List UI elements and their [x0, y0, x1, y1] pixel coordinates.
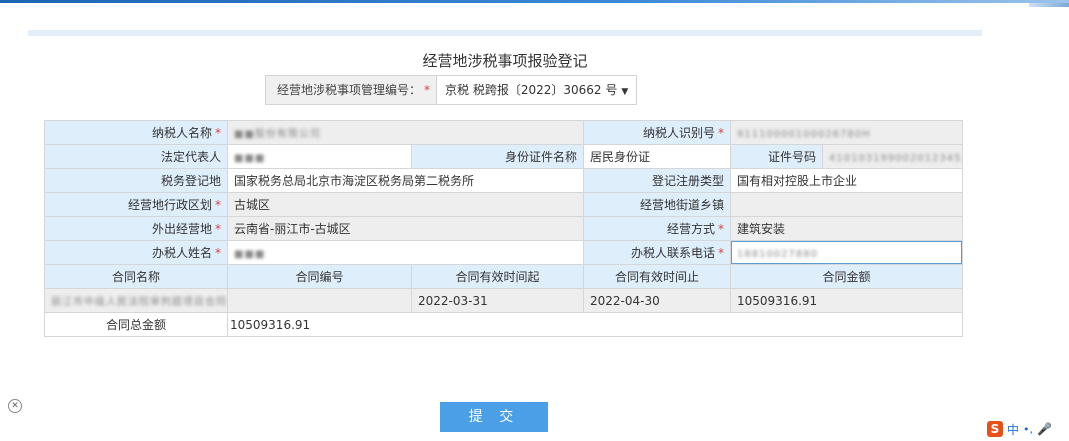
- col-contract-number: 合同编号: [227, 264, 412, 289]
- total-value: 10509316.91: [227, 312, 963, 337]
- legal-rep-field[interactable]: ■■■: [227, 144, 412, 169]
- table-row: 法定代表人 ■■■ 身份证件名称 居民身份证 证件号码 410103199002…: [44, 144, 963, 169]
- phone-label: 办税人联系电话 *: [583, 240, 731, 265]
- contract-amount-cell: 10509316.91: [730, 288, 963, 313]
- management-code-label: 经营地涉税事项管理编号： *: [265, 75, 437, 105]
- contract-number-cell: [227, 288, 412, 313]
- id-no-label: 证件号码: [730, 144, 823, 169]
- close-icon[interactable]: ✕: [8, 399, 22, 413]
- handler-name-input[interactable]: ■■■: [227, 240, 584, 265]
- management-code-label-text: 经营地涉税事项管理编号：: [277, 83, 422, 97]
- table-row: 合同总金额 10509316.91: [44, 312, 963, 337]
- phone-input[interactable]: 18810027880: [730, 240, 963, 265]
- col-contract-start: 合同有效时间起: [411, 264, 584, 289]
- table-row: 办税人姓名 * ■■■ 办税人联系电话 * 18810027880: [44, 240, 963, 265]
- contract-header-row: 合同名称 合同编号 合同有效时间起 合同有效时间止 合同金额: [44, 264, 963, 289]
- handler-label: 办税人姓名 *: [44, 240, 228, 265]
- id-type-field[interactable]: 居民身份证: [583, 144, 731, 169]
- table-row: 丽江市中级人民法院审判庭项目合同 2022-03-31 2022-04-30 1…: [44, 288, 963, 313]
- management-code-value: 京税 税跨报〔2022〕30662 号: [445, 83, 618, 97]
- tax-reg-field: 国家税务总局北京市海淀区税务局第二税务所: [227, 168, 584, 193]
- table-row: 外出经营地 * 云南省-丽江市-古城区 经营方式 * 建筑安装: [44, 216, 963, 241]
- page-title: 经营地涉税事项报验登记: [422, 52, 588, 70]
- chevron-down-icon: ▼: [621, 87, 629, 97]
- col-contract-end: 合同有效时间止: [583, 264, 731, 289]
- table-row: 税务登记地 国家税务总局北京市海淀区税务局第二税务所 登记注册类型 国有相对控股…: [44, 168, 963, 193]
- col-contract-amount: 合同金额: [730, 264, 963, 289]
- taxpayer-name-label: 纳税人名称 *: [44, 120, 228, 145]
- total-label: 合同总金额: [44, 312, 228, 337]
- taxpayer-id-field: 91110000100026780H: [730, 120, 963, 145]
- microphone-icon[interactable]: 🎤: [1037, 422, 1052, 436]
- taxpayer-name-field: ■■股份有限公司: [227, 120, 584, 145]
- reg-type-label: 登记注册类型: [583, 168, 731, 193]
- form-panel: 经营地涉税事项报验登记 经营地涉税事项管理编号： * 京税 税跨报〔2022〕30…: [28, 30, 982, 441]
- out-place-label: 外出经营地 *: [44, 216, 228, 241]
- col-contract-name: 合同名称: [44, 264, 228, 289]
- out-place-field: 云南省-丽江市-古城区: [227, 216, 584, 241]
- street-field[interactable]: [730, 192, 963, 217]
- ime-mode-toggle[interactable]: 中: [1007, 421, 1019, 438]
- street-label: 经营地街道乡镇: [583, 192, 731, 217]
- punctuation-icon[interactable]: •,: [1023, 423, 1033, 436]
- sogou-logo-icon: S: [987, 421, 1003, 437]
- method-field: 建筑安装: [730, 216, 963, 241]
- taxpayer-id-label: 纳税人识别号 *: [583, 120, 731, 145]
- required-mark: *: [424, 83, 431, 97]
- submit-button[interactable]: 提 交: [440, 402, 548, 432]
- contract-name-cell: 丽江市中级人民法院审判庭项目合同: [44, 288, 228, 313]
- district-field: 古城区: [227, 192, 584, 217]
- method-label: 经营方式 *: [583, 216, 731, 241]
- reg-type-field: 国有相对控股上市企业: [730, 168, 963, 193]
- top-accent-bar: [0, 0, 1069, 3]
- management-code-row: 经营地涉税事项管理编号： * 京税 税跨报〔2022〕30662 号 ▼: [265, 75, 638, 105]
- contract-end-cell: 2022-04-30: [583, 288, 731, 313]
- management-code-select[interactable]: 京税 税跨报〔2022〕30662 号 ▼: [436, 75, 638, 105]
- id-no-field: 410103199002012345: [822, 144, 963, 169]
- ime-toolbar[interactable]: S 中 •, 🎤: [987, 420, 1052, 438]
- tax-reg-label: 税务登记地: [44, 168, 228, 193]
- id-type-label: 身份证件名称: [411, 144, 584, 169]
- legal-rep-label: 法定代表人: [44, 144, 228, 169]
- registration-table: 纳税人名称 * ■■股份有限公司 纳税人识别号 * 9111000010002678…: [44, 120, 963, 337]
- table-row: 纳税人名称 * ■■股份有限公司 纳税人识别号 * 9111000010002678…: [44, 120, 963, 145]
- district-label: 经营地行政区划 *: [44, 192, 228, 217]
- table-row: 经营地行政区划 * 古城区 经营地街道乡镇: [44, 192, 963, 217]
- corner-decoration: [1029, 3, 1069, 7]
- contract-start-cell: 2022-03-31: [411, 288, 584, 313]
